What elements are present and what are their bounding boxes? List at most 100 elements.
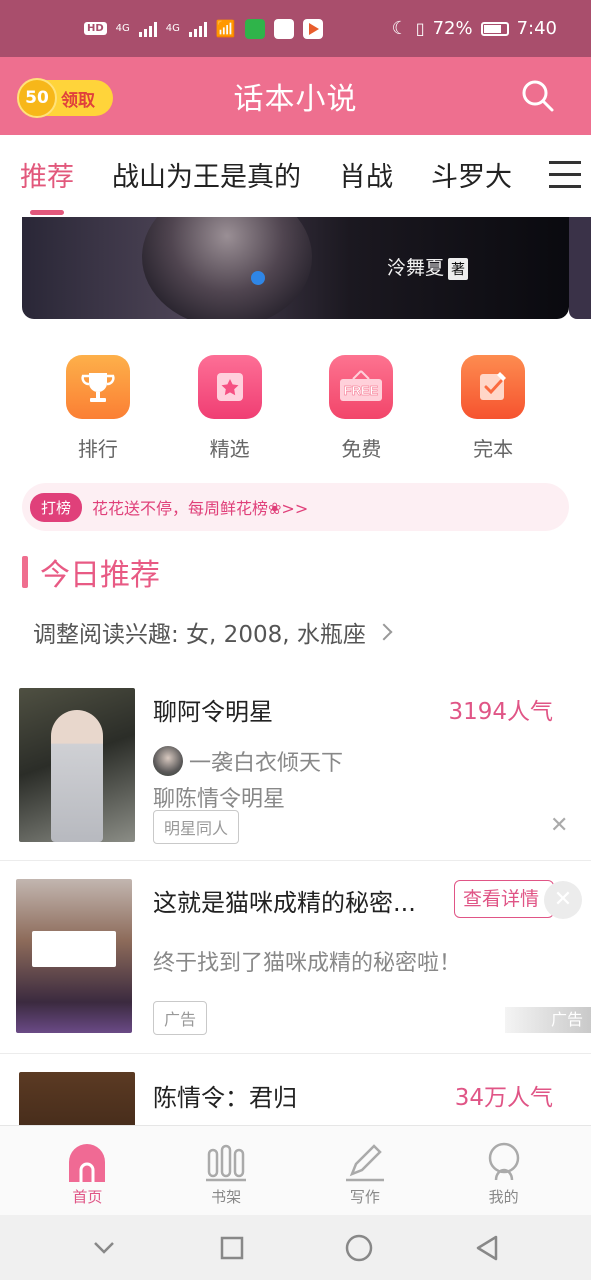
carousel-indicator [251, 271, 265, 285]
section-title: 今日推荐 [40, 558, 160, 593]
category-label: 精选 [209, 437, 250, 461]
category-label: 免费 [341, 437, 382, 461]
free-sign-icon: FREE [329, 355, 394, 419]
reward-button[interactable]: 50 领取 [17, 78, 113, 118]
hd-indicator: HD [84, 22, 107, 35]
book-title: 陈情令：君归 [153, 1084, 297, 1112]
status-bar: HD 4G 4G 📶 ☾ ▯ 72% 7:40 [0, 0, 591, 57]
pen-icon [343, 1138, 387, 1182]
clock: 7:40 [516, 18, 557, 39]
category-grid: 排行 精选 FREE 免费 完本 [0, 355, 591, 465]
bottom-navigation: 首页 书架 写作 我的 [0, 1125, 591, 1215]
star-icon [197, 355, 262, 419]
preferences-text: 调整阅读兴趣: 女, 2008, 水瓶座 [33, 622, 366, 648]
bookshelf-icon [204, 1138, 248, 1182]
collapse-chevron-icon[interactable] [89, 1233, 119, 1263]
ad-title: 这就是猫咪成精的秘密... [153, 889, 416, 917]
moon-icon: ☾ [391, 18, 408, 39]
category-tabs: 推荐 战山为王是真的 肖战 斗罗大 [0, 135, 591, 217]
section-heading: 今日推荐 [22, 552, 160, 593]
checklist-icon [461, 355, 526, 419]
author-name: 一袭白衣倾天下 [189, 751, 344, 776]
profile-icon [482, 1138, 526, 1182]
search-icon[interactable] [521, 79, 555, 113]
banner-author-name: 泠舞夏 [387, 257, 445, 279]
status-left: HD 4G 4G 📶 [84, 18, 323, 39]
view-details-button[interactable]: 查看详情 [454, 880, 554, 918]
nav-home[interactable]: 首页 [32, 1126, 142, 1215]
book-author: 一袭白衣倾天下 [153, 745, 343, 777]
tab-zhanshan[interactable]: 战山为王是真的 [112, 135, 301, 217]
battery-icon [480, 21, 509, 36]
category-featured[interactable]: 精选 [185, 355, 275, 465]
banner-seal: 著 [448, 258, 469, 280]
category-free[interactable]: FREE 免费 [316, 355, 406, 465]
category-ranking[interactable]: 排行 [53, 355, 143, 465]
notice-tag: 打榜 [30, 492, 83, 522]
trophy-icon [65, 355, 130, 419]
cover-figure [51, 710, 103, 842]
book-description: 聊陈情令明星 [153, 787, 286, 812]
signal-icon-2 [188, 21, 207, 37]
nav-label: 写作 [349, 1188, 380, 1206]
app-notification-icon [244, 18, 265, 39]
author-avatar [153, 746, 183, 776]
nav-label: 我的 [488, 1188, 519, 1206]
book-cover [19, 688, 135, 842]
banner-author: 泠舞夏著 [387, 253, 469, 280]
system-navigation-bar [0, 1215, 591, 1280]
signal-icon [138, 21, 157, 37]
chevron-right-icon [375, 623, 393, 641]
reward-label: 领取 [61, 90, 95, 111]
promo-banner[interactable]: 泠舞夏著 [22, 217, 569, 319]
category-completed[interactable]: 完本 [448, 355, 538, 465]
coin-icon: 50 [17, 78, 57, 118]
banner-illustration [142, 217, 312, 319]
video-app-icon [302, 18, 323, 39]
flower-ranking-notice[interactable]: 打榜 花花送不停，每周鲜花榜❀>> [22, 483, 569, 531]
app-notification-icon-2 [273, 18, 294, 39]
nav-label: 首页 [72, 1188, 103, 1206]
menu-icon[interactable] [549, 161, 581, 191]
reading-preferences-link[interactable]: 调整阅读兴趣: 女, 2008, 水瓶座 [33, 615, 393, 649]
home-icon [65, 1138, 109, 1182]
ad-image [16, 879, 132, 1033]
nav-write[interactable]: 写作 [310, 1126, 420, 1215]
next-banner-peek[interactable] [569, 217, 591, 319]
section-accent-bar [22, 556, 28, 588]
ad-description: 终于找到了猫咪成精的秘密啦！ [153, 951, 462, 976]
nav-label: 书架 [211, 1188, 242, 1206]
tab-xiaozhan[interactable]: 肖战 [339, 135, 393, 217]
book-popularity: 34万人气 [454, 1085, 553, 1111]
book-tag: 明星同人 [153, 810, 240, 844]
wifi-icon: 📶 [215, 19, 236, 38]
category-label: 完本 [473, 437, 514, 461]
dismiss-icon[interactable]: ✕ [550, 813, 568, 838]
book-title: 聊阿令明星 [153, 698, 273, 726]
free-badge-text: FREE [344, 383, 379, 398]
book-card[interactable]: 陈情令：君归 34万人气 [0, 1054, 591, 1125]
book-cover [19, 1072, 135, 1125]
status-right: ☾ ▯ 72% 7:40 [392, 18, 557, 39]
network-type-2: 4G [165, 23, 180, 34]
back-triangle-icon[interactable] [472, 1233, 502, 1263]
close-ad-icon[interactable]: ✕ [544, 881, 582, 919]
tab-recommend[interactable]: 推荐 [20, 135, 74, 217]
network-type-1: 4G [115, 23, 130, 34]
home-circle-icon[interactable] [344, 1233, 374, 1263]
ad-badge: 广告 [505, 1007, 591, 1033]
recent-apps-icon[interactable] [217, 1233, 247, 1263]
app-header: 50 领取 话本小说 [0, 57, 591, 135]
book-popularity: 3194人气 [448, 699, 553, 725]
vibrate-icon: ▯ [415, 19, 425, 38]
ad-tag: 广告 [153, 1001, 208, 1035]
ad-image-panel [32, 931, 116, 967]
nav-profile[interactable]: 我的 [449, 1126, 559, 1215]
tab-douluo[interactable]: 斗罗大 [431, 135, 512, 217]
book-card[interactable]: 聊阿令明星 3194人气 一袭白衣倾天下 聊陈情令明星 明星同人 ✕ [0, 670, 591, 860]
battery-percent: 72% [432, 18, 473, 39]
nav-bookshelf[interactable]: 书架 [171, 1126, 281, 1215]
notice-text: 花花送不停，每周鲜花榜❀>> [92, 499, 309, 518]
category-label: 排行 [77, 437, 118, 461]
app-title: 话本小说 [233, 82, 358, 117]
